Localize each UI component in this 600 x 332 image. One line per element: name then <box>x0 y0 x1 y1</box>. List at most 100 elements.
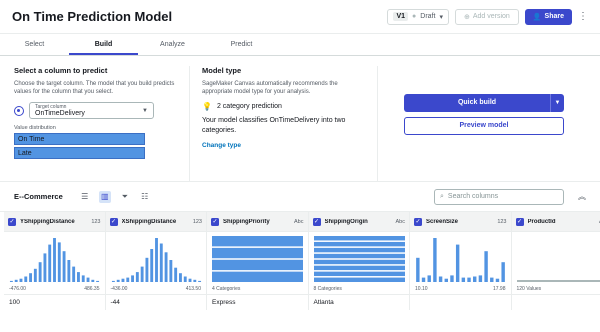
caption-left: 10.10 <box>415 286 428 292</box>
version-selector[interactable]: V1 ● Draft ▾ <box>387 8 449 25</box>
version-label: V1 <box>393 12 409 21</box>
histogram-bar <box>144 257 148 282</box>
caption-right: 413.50 <box>185 286 201 292</box>
mini-chart <box>212 236 303 282</box>
caption-left: 4 Categories <box>212 286 241 292</box>
histogram-bar <box>473 276 477 282</box>
histogram-bar <box>444 278 448 282</box>
column-header: ✓ ScreenSize 123 <box>410 212 511 232</box>
preview-model-button[interactable]: Preview model <box>404 117 564 135</box>
histogram-bar <box>173 267 177 282</box>
mini-chart <box>516 280 600 282</box>
add-version-label: Add version <box>472 13 510 20</box>
column-name: ScreenSize <box>426 218 459 225</box>
category-bar <box>313 236 405 241</box>
target-column-select[interactable]: Target column OnTimeDelivery ▼ <box>29 102 154 119</box>
histogram-bar <box>467 277 471 282</box>
column-checkbox[interactable]: ✓ <box>414 217 422 226</box>
chart-caption: 4 Categories <box>207 284 308 294</box>
histogram-bar <box>125 277 129 282</box>
column-card[interactable]: ✓ ShippingOrigin Abc 8 Categories Atlant… <box>308 212 410 310</box>
histogram-bar <box>164 252 168 282</box>
share-button[interactable]: 👤 Share <box>524 8 572 25</box>
add-version-button[interactable]: ⊕ Add version <box>454 8 519 25</box>
user-plus-icon: 👤 <box>532 13 542 21</box>
change-type-link[interactable]: Change type <box>202 142 365 149</box>
histogram-bar <box>168 260 172 282</box>
column-name: ShippingOrigin <box>324 218 368 225</box>
column-card[interactable]: ✓ ProductId Abc 120 Values <box>511 212 600 310</box>
grid-view-icon[interactable]: ▥ <box>98 190 111 203</box>
quick-build-split-button: Quick build ▼ <box>404 94 564 112</box>
chart-caption: 10.10 17.98 <box>410 284 511 294</box>
column-header: ✓ ShippingOrigin Abc <box>308 212 409 232</box>
category-bar <box>313 277 405 282</box>
quick-build-button[interactable]: Quick build <box>404 94 550 112</box>
distribution-bar-late: Late <box>14 147 145 159</box>
search-columns-input[interactable]: ⌕ Search columns <box>434 188 564 205</box>
checklist-icon[interactable]: ☷ <box>139 191 151 203</box>
histogram-bar <box>81 275 85 282</box>
column-checkbox[interactable]: ✓ <box>312 217 321 226</box>
tab-select[interactable]: Select <box>0 34 69 55</box>
histogram-bar <box>24 276 28 282</box>
target-section: Select a column to predict Choose the ta… <box>14 66 190 181</box>
list-view-icon[interactable]: ☰ <box>79 191 91 203</box>
histogram-bar <box>192 279 196 282</box>
build-options-chevron-icon[interactable]: ▼ <box>550 94 564 112</box>
column-checkbox[interactable]: ✓ <box>109 217 118 226</box>
histogram-bar <box>62 251 66 282</box>
table-cell: -44 <box>105 294 206 310</box>
histogram-bar <box>72 266 76 282</box>
tab-build[interactable]: Build <box>69 34 138 55</box>
histogram-bar <box>121 278 124 282</box>
histogram-bar <box>29 273 32 282</box>
column-type: 123 <box>497 218 507 225</box>
histogram-bar <box>86 277 90 282</box>
histogram-bar <box>130 275 134 282</box>
tab-analyze[interactable]: Analyze <box>138 34 207 55</box>
column-card[interactable]: ✓ YShippingDistance 123 -476.00 486.35 1… <box>4 212 106 310</box>
column-checkbox[interactable]: ✓ <box>515 217 524 226</box>
histogram-bar <box>43 253 47 282</box>
histogram-bar <box>178 273 182 282</box>
column-header: ✓ ShippingPriority Abc <box>207 212 308 232</box>
workflow-tabs: Select Build Analyze Predict <box>0 34 600 56</box>
histogram-bar <box>188 278 191 282</box>
column-checkbox[interactable]: ✓ <box>211 217 219 226</box>
filter-icon[interactable]: ⏷ <box>119 191 131 203</box>
column-card[interactable]: ✓ ScreenSize 123 10.10 17.98 <box>410 212 512 310</box>
target-icon <box>14 105 24 116</box>
page-title: On Time Prediction Model <box>12 9 173 24</box>
column-type: Abc <box>395 218 405 225</box>
chart-caption: -476.00 486.35 <box>4 284 105 294</box>
more-options-icon[interactable]: ⋮ <box>578 11 588 22</box>
histogram-bar <box>135 272 139 282</box>
histogram-bar <box>490 277 494 282</box>
collapse-icon[interactable]: ︽ <box>578 191 586 202</box>
category-bar <box>212 271 303 282</box>
column-card[interactable]: ✓ XShippingDistance 123 -436.00 413.50 -… <box>105 212 207 310</box>
category-bar <box>313 271 405 277</box>
model-explanation: Your model classifies OnTimeDelivery int… <box>202 117 346 134</box>
column-name: YShippingDistance <box>20 218 75 225</box>
category-bar <box>313 241 405 247</box>
column-name: ProductId <box>527 218 556 225</box>
chart-caption: -436.00 413.50 <box>106 284 207 294</box>
column-card[interactable]: ✓ ShippingPriority Abc 4 Categories Expr… <box>207 212 309 310</box>
mini-chart <box>313 236 405 282</box>
search-placeholder: Search columns <box>447 193 499 200</box>
chevron-down-icon: ▾ <box>439 13 443 21</box>
dataset-toolbar: E--Commerce ☰ ▥ ⏷ ☷ ⌕ Search columns ︽ <box>0 182 600 212</box>
column-distribution-chart <box>512 232 600 284</box>
histogram-bar <box>38 262 42 282</box>
histogram-bar <box>149 249 153 282</box>
category-bar <box>212 259 303 271</box>
histogram-bar <box>438 276 443 282</box>
column-name: ShippingPriority <box>223 218 270 225</box>
tab-predict[interactable]: Predict <box>207 34 276 55</box>
values-baseline <box>516 280 600 282</box>
histogram-bar <box>53 238 56 282</box>
status-label: Draft <box>420 13 436 20</box>
column-checkbox[interactable]: ✓ <box>8 217 16 226</box>
